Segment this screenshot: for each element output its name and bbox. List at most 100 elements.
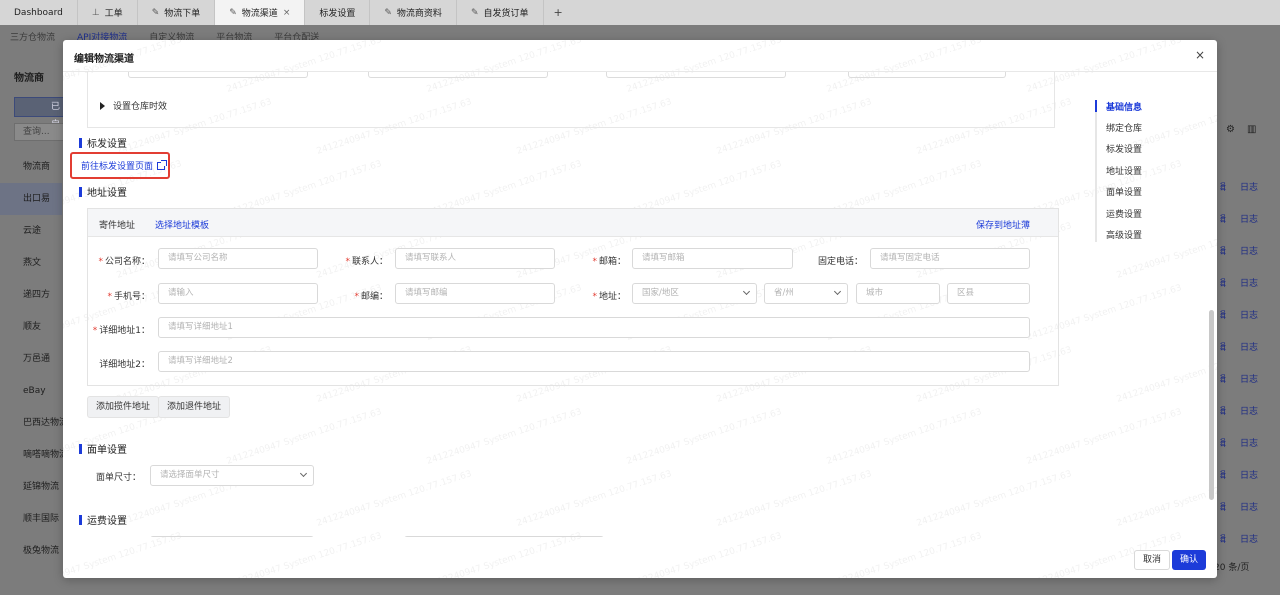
log-link[interactable]: 日志 xyxy=(1240,180,1258,193)
edit-link[interactable]: 编辑 xyxy=(1220,276,1226,289)
mobile-input[interactable]: 请输入 xyxy=(158,283,318,304)
address1-input[interactable]: 请填写详细地址1 xyxy=(158,317,1030,338)
district-input[interactable]: 区县 xyxy=(947,283,1030,304)
add-tab-button[interactable]: + xyxy=(544,0,573,25)
tab-label-settings[interactable]: 标发设置 xyxy=(305,0,371,25)
page-size-select[interactable]: 20 条/页 xyxy=(1214,560,1249,573)
add-pickup-address-button[interactable]: 添加揽件地址 xyxy=(87,396,160,418)
edit-link[interactable]: 编辑 xyxy=(1220,468,1226,481)
city-input[interactable]: 城市 xyxy=(856,283,940,304)
tab-bar: Dashboard ⊥ 工单 ✎ 物流下单 ✎ 物流渠道 × 标发设置 ✎ 物流商资料 ✎… xyxy=(0,0,1280,25)
section-label-settings: 标发设置 xyxy=(79,135,127,150)
table-row: 编辑 日志 xyxy=(1216,298,1280,330)
section-bar xyxy=(79,137,82,148)
phone-input[interactable]: 请填写固定电话 xyxy=(870,248,1030,269)
sidebar-search-input[interactable]: 查询... xyxy=(14,123,64,141)
sender-address-label: 寄件地址 xyxy=(99,221,136,231)
log-link[interactable]: 日志 xyxy=(1240,500,1258,513)
sidebar-title: 物流商 xyxy=(14,73,44,84)
truncated-input[interactable] xyxy=(128,72,308,78)
list-item[interactable]: 巴西达物流 xyxy=(0,407,68,439)
edit-link[interactable]: 编辑 xyxy=(1220,340,1226,353)
log-link[interactable]: 日志 xyxy=(1240,340,1258,353)
log-link[interactable]: 日志 xyxy=(1240,436,1258,449)
save-to-addressbook-link[interactable]: 保存到地址薄 xyxy=(976,218,1030,231)
tab-workorder[interactable]: ⊥ 工单 xyxy=(78,0,138,25)
list-item[interactable]: 顺丰国际 xyxy=(0,503,62,535)
edit-link[interactable]: 编辑 xyxy=(1220,404,1226,417)
edit-link[interactable]: 编辑 xyxy=(1220,500,1226,513)
close-icon[interactable]: × xyxy=(1195,48,1205,62)
list-item[interactable]: 递四方 xyxy=(0,279,62,311)
truncated-input[interactable] xyxy=(848,72,1006,78)
contact-input[interactable]: 请填写联系人 xyxy=(395,248,555,269)
chevron-down-icon xyxy=(742,287,751,296)
anchor-label-settings[interactable]: 标发设置 xyxy=(1106,142,1142,155)
address2-input[interactable]: 请填写详细地址2 xyxy=(158,351,1030,372)
list-item[interactable]: 嘀嗒嘀物流 xyxy=(0,439,68,471)
edit-link[interactable]: 编辑 xyxy=(1220,212,1226,225)
pen-icon: ✎ xyxy=(229,7,237,18)
email-label: * 邮箱： xyxy=(592,257,626,267)
choose-template-link[interactable]: 选择地址模板 xyxy=(155,218,209,231)
section-bar xyxy=(79,443,82,454)
section-bar xyxy=(79,186,82,197)
edit-link[interactable]: 编辑 xyxy=(1220,180,1226,193)
confirm-button[interactable]: 确认 xyxy=(1172,550,1206,570)
tab-logistics-channel[interactable]: ✎ 物流渠道 × xyxy=(215,0,306,25)
list-item[interactable]: 万邑通 xyxy=(0,343,62,375)
enabled-filter-button[interactable]: 已启 xyxy=(14,97,64,130)
log-link[interactable]: 日志 xyxy=(1240,212,1258,225)
country-select[interactable]: 国家/地区 xyxy=(632,283,757,304)
add-return-address-button[interactable]: 添加退件地址 xyxy=(158,396,231,418)
log-link[interactable]: 日志 xyxy=(1240,404,1258,417)
log-link[interactable]: 日志 xyxy=(1240,308,1258,321)
goto-label-settings-link[interactable]: 前往标发设置页面 xyxy=(81,159,168,172)
anchor-basic-info[interactable]: 基础信息 xyxy=(1106,100,1142,113)
list-item[interactable]: 延锦物流 xyxy=(0,471,62,503)
company-input[interactable]: 请填写公司名称 xyxy=(158,248,318,269)
tab-carrier-info[interactable]: ✎ 物流商资料 xyxy=(370,0,457,25)
edit-link[interactable]: 编辑 xyxy=(1220,372,1226,385)
modal-scrollbar[interactable] xyxy=(1209,310,1214,500)
log-link[interactable]: 日志 xyxy=(1240,532,1258,545)
columns-icon[interactable]: ▥ xyxy=(1247,124,1256,135)
list-item[interactable]: eBay xyxy=(0,375,62,407)
anchor-freight-settings[interactable]: 运费设置 xyxy=(1106,207,1142,220)
edit-link[interactable]: 编辑 xyxy=(1220,308,1226,321)
log-link[interactable]: 日志 xyxy=(1240,468,1258,481)
edit-link[interactable]: 编辑 xyxy=(1220,436,1226,449)
list-item[interactable]: 云途 xyxy=(0,215,62,247)
list-item[interactable]: 燕文 xyxy=(0,247,62,279)
log-link[interactable]: 日志 xyxy=(1240,244,1258,257)
log-link[interactable]: 日志 xyxy=(1240,276,1258,289)
email-input[interactable]: 请填写邮箱 xyxy=(632,248,793,269)
list-item[interactable]: 顺友 xyxy=(0,311,62,343)
subnav-item[interactable]: 三方仓物流 xyxy=(10,30,55,43)
tab-self-ship-orders[interactable]: ✎ 自发货订单 xyxy=(457,0,544,25)
anchor-bind-warehouse[interactable]: 绑定仓库 xyxy=(1106,121,1142,134)
anchor-waybill-settings[interactable]: 面单设置 xyxy=(1106,185,1142,198)
modal-body: 设置仓库时效 标发设置 前往标发设置页面 地址设置 寄件地址 选择地址模板 保存… xyxy=(63,72,1103,537)
truncated-input[interactable] xyxy=(368,72,548,78)
waybill-size-select[interactable]: 请选择面单尺寸 xyxy=(150,465,314,486)
postcode-input[interactable]: 请填写邮编 xyxy=(395,283,555,304)
anchor-address-settings[interactable]: 地址设置 xyxy=(1106,164,1142,177)
list-item[interactable]: 出口易 xyxy=(0,183,62,215)
tab-dashboard[interactable]: Dashboard xyxy=(0,0,78,25)
tab-logistics-order[interactable]: ✎ 物流下单 xyxy=(138,0,216,25)
log-link[interactable]: 日志 xyxy=(1240,372,1258,385)
gear-icon[interactable]: ⚙ xyxy=(1226,124,1235,135)
cancel-button[interactable]: 取消 xyxy=(1134,550,1170,570)
list-item[interactable]: 极兔物流 xyxy=(0,535,62,567)
external-link-icon xyxy=(157,159,168,170)
table-row: 编辑 日志 xyxy=(1216,458,1280,490)
edit-link[interactable]: 编辑 xyxy=(1220,244,1226,257)
close-icon[interactable]: × xyxy=(283,8,291,18)
anchor-advanced-settings[interactable]: 高级设置 xyxy=(1106,228,1142,241)
edit-link[interactable]: 编辑 xyxy=(1220,532,1226,545)
warehouse-timeliness-toggle[interactable]: 设置仓库时效 xyxy=(100,99,167,112)
section-waybill-settings: 面单设置 xyxy=(79,441,127,456)
truncated-input[interactable] xyxy=(606,72,786,78)
province-select[interactable]: 省/州 xyxy=(764,283,848,304)
